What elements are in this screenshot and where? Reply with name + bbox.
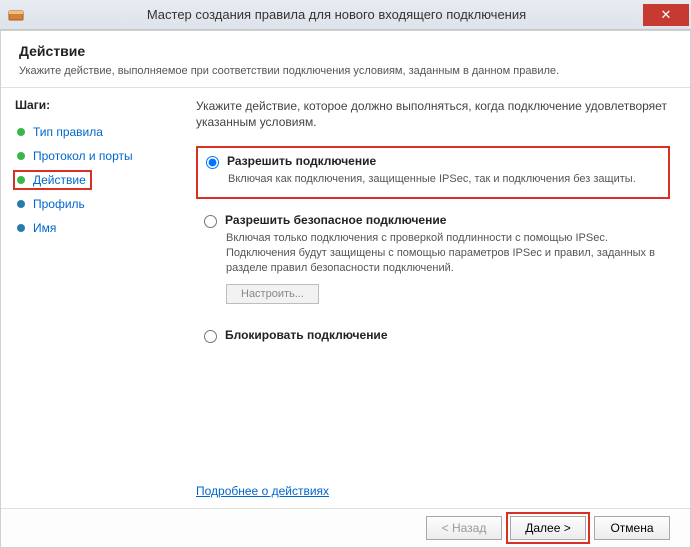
bullet-icon [17,176,25,184]
option-allow-secure-row[interactable]: Разрешить безопасное подключение [204,213,662,228]
radio-allow-secure[interactable] [204,215,217,228]
intro-text: Укажите действие, которое должно выполня… [196,98,670,130]
step-name[interactable]: Имя [15,218,178,238]
page-subtitle: Укажите действие, выполняемое при соотве… [19,65,672,77]
page-title: Действие [19,43,672,59]
option-allow-secure-title: Разрешить безопасное подключение [225,213,446,227]
step-action[interactable]: Действие [13,170,92,190]
bullet-icon [17,152,25,160]
window-title: Мастер создания правила для нового входя… [30,7,643,22]
step-rule-type[interactable]: Тип правила [15,122,178,142]
step-label: Действие [33,173,90,187]
option-block-row[interactable]: Блокировать подключение [204,328,662,343]
radio-block[interactable] [204,330,217,343]
step-label: Тип правила [33,125,103,139]
option-allow: Разрешить подключение Включая как подклю… [196,146,670,199]
steps-sidebar: Шаги: Тип правила Протокол и порты Дейст… [1,88,186,508]
learn-more-link[interactable]: Подробнее о действиях [196,484,329,498]
bullet-icon [17,224,25,232]
steps-heading: Шаги: [15,98,178,112]
wizard-footer: < Назад Далее > Отмена [1,508,690,547]
step-label: Протокол и порты [33,149,133,163]
option-block-title: Блокировать подключение [225,328,388,342]
titlebar: Мастер создания правила для нового входя… [0,0,691,30]
close-icon: ✕ [661,7,672,23]
option-allow-secure-desc: Включая только подключения с проверкой п… [226,231,662,276]
next-button[interactable]: Далее > [510,516,586,540]
configure-button: Настроить... [226,284,319,304]
option-allow-title: Разрешить подключение [227,154,376,168]
app-icon [8,7,24,23]
wizard-header: Действие Укажите действие, выполняемое п… [1,31,690,88]
option-allow-row[interactable]: Разрешить подключение [206,154,660,169]
step-label: Имя [33,221,56,235]
close-button[interactable]: ✕ [643,4,689,26]
option-allow-secure: Разрешить безопасное подключение Включая… [196,207,670,314]
main-panel: Укажите действие, которое должно выполня… [186,88,690,508]
cancel-button[interactable]: Отмена [594,516,670,540]
bullet-icon [17,200,25,208]
step-protocol-ports[interactable]: Протокол и порты [15,146,178,166]
back-button[interactable]: < Назад [426,516,502,540]
step-profile[interactable]: Профиль [15,194,178,214]
option-allow-desc: Включая как подключения, защищенные IPSe… [228,172,660,187]
radio-allow[interactable] [206,156,219,169]
option-block: Блокировать подключение [196,322,670,353]
step-label: Профиль [33,197,85,211]
bullet-icon [17,128,25,136]
